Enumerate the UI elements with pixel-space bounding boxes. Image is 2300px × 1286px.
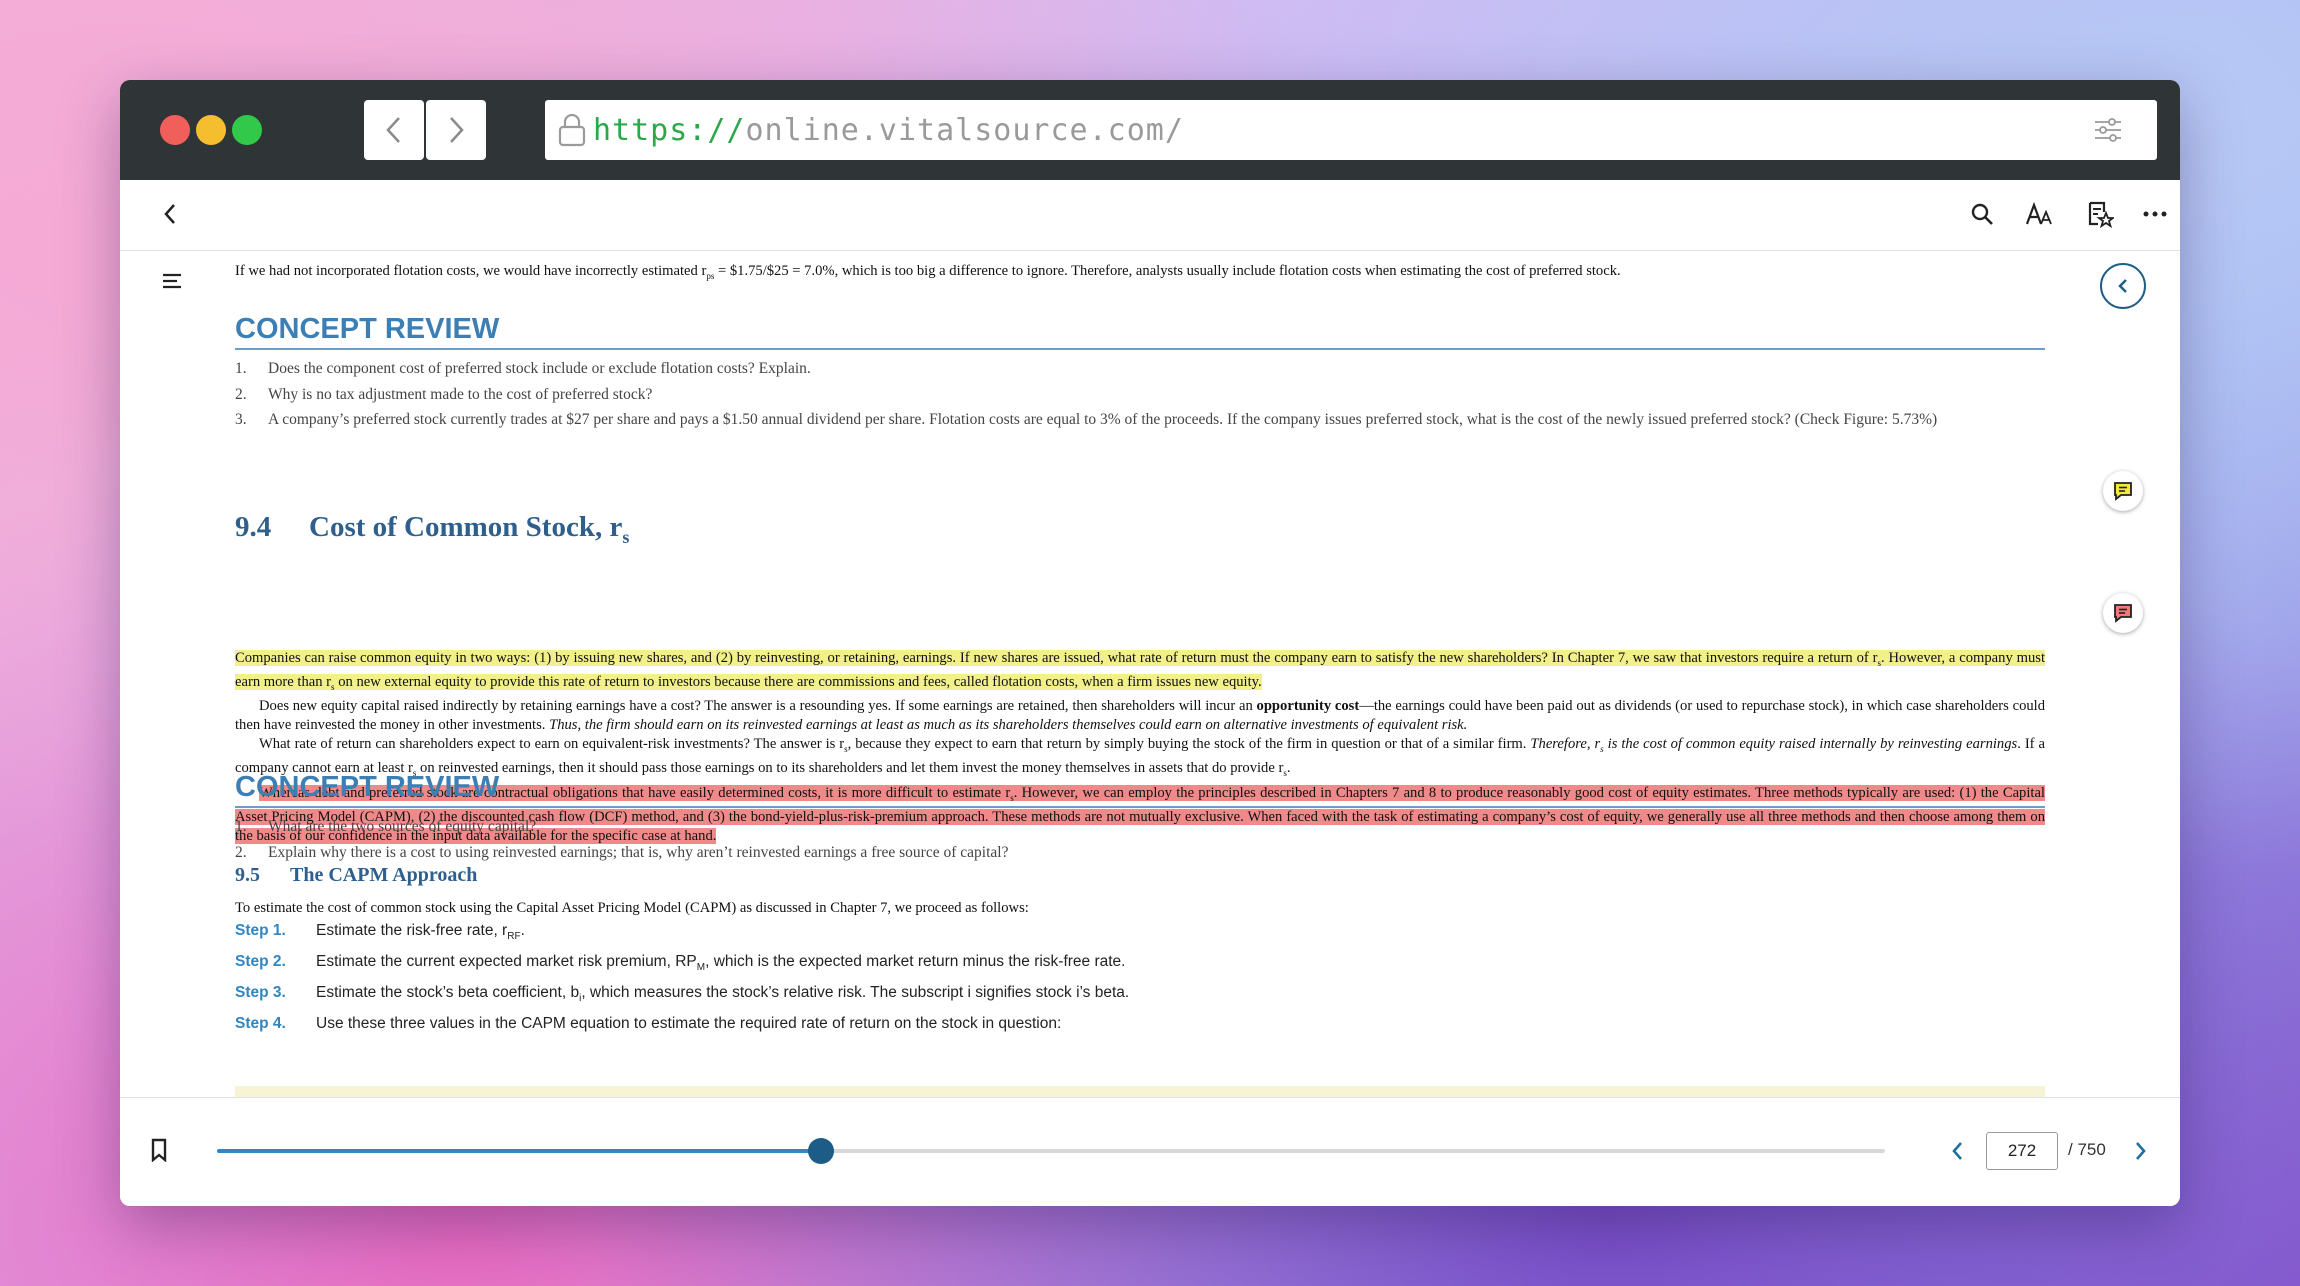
- paragraph-flotation: If we had not incorporated flotation cos…: [235, 263, 1621, 281]
- section-heading: 9.4 Cost of Common Stock, rs: [235, 511, 630, 547]
- next-page-button[interactable]: [2126, 1136, 2156, 1166]
- note-marker-red[interactable]: [2103, 593, 2143, 633]
- search-button[interactable]: [1962, 194, 2002, 234]
- lock-icon: [558, 113, 586, 147]
- equation-box: [235, 1086, 2045, 1097]
- left-rail: [120, 251, 225, 1097]
- list-item: Step 3. Estimate the stock’s beta coeffic…: [235, 984, 1130, 1005]
- table-of-contents-icon: [163, 273, 181, 289]
- list-item: 1. What are the two sources of equity cap…: [235, 818, 537, 835]
- url-host: online.vitalsource.com/: [745, 112, 1184, 148]
- paragraph-equity-ways: Companies can raise common equity in two…: [235, 649, 2046, 697]
- chevron-left-icon: [164, 204, 175, 224]
- collapse-panel-icon: [2118, 279, 2127, 293]
- section-9-5: 9.5 The CAPM Approach To estimate the co…: [235, 864, 2045, 1042]
- book-page: If we had not incorporated flotation cos…: [225, 251, 2075, 1097]
- page-progress-slider[interactable]: [217, 1138, 1885, 1164]
- browser-back-button[interactable]: [364, 100, 424, 160]
- list-item: 2. Explain why there is a cost to using r…: [235, 844, 1009, 861]
- note-icon: [2114, 604, 2132, 623]
- concept-review-title: CONCEPT REVIEW: [235, 771, 500, 803]
- browser-forward-button[interactable]: [426, 100, 486, 160]
- note-marker-yellow[interactable]: [2103, 471, 2143, 511]
- font-size-button[interactable]: [2020, 194, 2060, 234]
- url-scheme: https://: [593, 112, 746, 148]
- concept-review-1: CONCEPT REVIEW 1. Does the component cost…: [235, 313, 2045, 429]
- font-size-icon: [2025, 202, 2052, 225]
- bookmark-icon: [151, 1138, 167, 1163]
- bookmarks-list-button[interactable]: [2080, 194, 2120, 234]
- previous-page-button[interactable]: [1942, 1136, 1972, 1166]
- list-item: Step 1. Estimate the risk-free rate, rRF.: [235, 922, 525, 943]
- page-number-input[interactable]: 272: [1986, 1132, 2058, 1170]
- chevron-left-icon: [1952, 1142, 1962, 1160]
- browser-titlebar: https://online.vitalsource.com/: [120, 80, 2180, 180]
- minimize-window-button[interactable]: [196, 115, 226, 145]
- chevron-right-icon: [450, 117, 464, 143]
- section-heading: 9.5 The CAPM Approach: [235, 864, 478, 886]
- list-item: 2. Why is no tax adjustment made to the c…: [235, 386, 653, 403]
- reader-toolbar: [120, 180, 2180, 251]
- address-bar[interactable]: https://online.vitalsource.com/: [545, 100, 2157, 160]
- divider: [235, 806, 2045, 808]
- reader-back-button[interactable]: [150, 194, 190, 234]
- bookmark-list-icon: [2088, 201, 2114, 228]
- paragraph-capm-intro: To estimate the cost of common stock usi…: [235, 900, 1029, 916]
- close-window-button[interactable]: [160, 115, 190, 145]
- search-icon: [1971, 203, 1993, 225]
- page-total: / 750: [2068, 1140, 2106, 1159]
- paragraph-opportunity-cost: Does new equity capital raised indirectl…: [235, 697, 2046, 733]
- reader-bottom-bar: 272 / 750: [120, 1097, 2180, 1206]
- chevron-right-icon: [2136, 1142, 2146, 1160]
- browser-settings-button[interactable]: [2078, 100, 2138, 160]
- browser-window: https://online.vitalsource.com/ If we ha…: [120, 80, 2180, 1206]
- concept-review-2: CONCEPT REVIEW 1. What are the two source…: [235, 771, 2045, 863]
- collapse-panel-button[interactable]: [2100, 263, 2146, 309]
- list-item: Step 4. Use these three values in the CAP…: [235, 1015, 1062, 1033]
- note-icon: [2114, 482, 2132, 501]
- sliders-icon: [2095, 118, 2121, 142]
- list-item: 3. A company’s preferred stock currently …: [235, 411, 1938, 428]
- list-item: Step 2. Estimate the current expected mar…: [235, 953, 1126, 974]
- concept-review-title: CONCEPT REVIEW: [235, 313, 500, 345]
- maximize-window-button[interactable]: [232, 115, 262, 145]
- chevron-left-icon: [386, 117, 400, 143]
- bookmark-button[interactable]: [150, 1138, 170, 1164]
- list-item: 1. Does the component cost of preferred s…: [235, 360, 811, 377]
- right-rail: [2075, 251, 2180, 1097]
- divider: [235, 348, 2045, 350]
- progress-thumb[interactable]: [807, 1138, 834, 1164]
- more-icon: [2143, 211, 2167, 217]
- highlight-yellow[interactable]: Companies can raise common equity in two…: [235, 650, 2046, 692]
- more-options-button[interactable]: [2135, 194, 2175, 234]
- table-of-contents-button[interactable]: [160, 269, 184, 293]
- progress-fill: [217, 1149, 821, 1153]
